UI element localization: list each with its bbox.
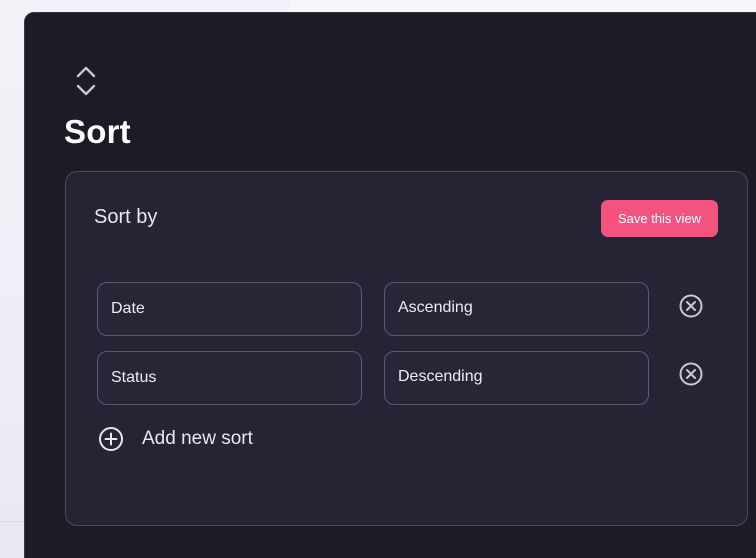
save-view-button[interactable]: Save this view [601,200,718,237]
sort-by-label: Sort by [94,206,158,228]
sort-order-select[interactable]: Ascending [384,282,649,336]
sort-card: Sort by Save this view Date Ascending St… [65,171,748,526]
remove-sort-icon[interactable] [678,293,704,319]
add-sort-label: Add new sort [142,428,253,449]
page-title: Sort [64,113,131,150]
remove-sort-icon[interactable] [678,361,704,387]
sort-panel: Sort Sort by Save this view Date Ascendi… [24,12,756,558]
sort-chevrons-icon[interactable] [73,63,99,99]
plus-circle-icon [99,427,123,451]
background-divider [0,521,24,522]
sort-field-select[interactable]: Date [97,282,362,336]
add-sort-button[interactable]: Add new sort [98,424,253,454]
sort-field-select[interactable]: Status [97,351,362,405]
sort-order-select[interactable]: Descending [384,351,649,405]
